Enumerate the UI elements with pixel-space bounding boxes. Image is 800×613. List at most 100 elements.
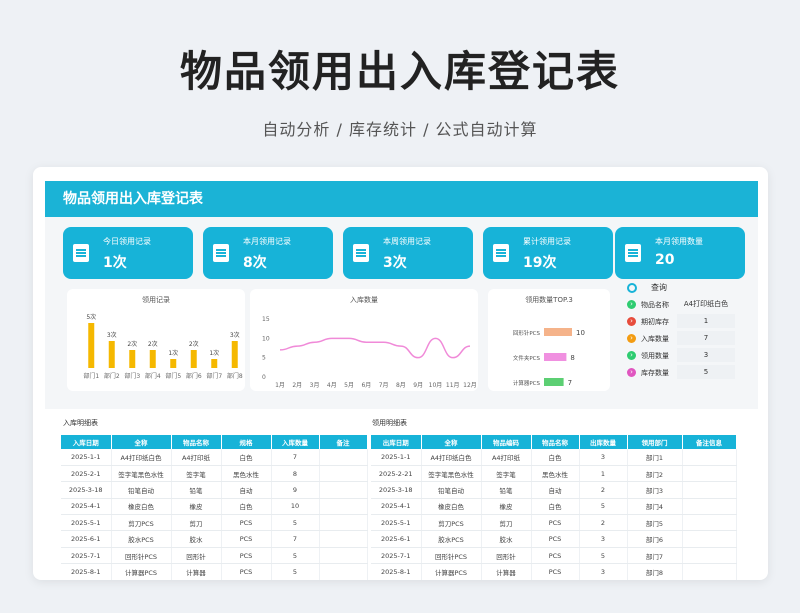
table-cell[interactable]: 签字笔 [481, 465, 532, 483]
table-cell[interactable]: 2025-4-1 [61, 498, 112, 516]
column-header[interactable]: 领用部门 [627, 435, 683, 449]
column-header[interactable]: 全称 [421, 435, 482, 449]
table-cell[interactable]: 9 [271, 481, 320, 499]
table-cell[interactable] [682, 547, 737, 565]
table-cell[interactable]: 3 [579, 563, 628, 580]
table-cell[interactable]: 部门6 [627, 530, 683, 548]
table-cell[interactable]: 自动 [531, 481, 580, 499]
table-cell[interactable] [319, 465, 368, 483]
table-cell[interactable]: 5 [579, 547, 628, 565]
table-cell[interactable]: 白色 [221, 498, 272, 516]
table-cell[interactable] [682, 449, 737, 466]
table-cell[interactable]: 回形针 [481, 547, 532, 565]
table-cell[interactable]: 8 [271, 465, 320, 483]
table-row[interactable]: 2025-4-1 橡皮白色 橡皮 白色 10 [61, 498, 368, 516]
table-cell[interactable]: 3 [579, 530, 628, 548]
table-cell[interactable]: 回形针PCS [111, 547, 172, 565]
table-cell[interactable]: 白色 [531, 449, 580, 466]
table-cell[interactable]: 5 [271, 563, 320, 580]
table-cell[interactable]: A4打印纸白色 [421, 449, 482, 466]
table-cell[interactable]: 胶水 [171, 530, 222, 548]
column-header[interactable]: 入库日期 [61, 435, 112, 449]
table-cell[interactable]: 2 [579, 481, 628, 499]
column-header[interactable]: 全称 [111, 435, 172, 449]
table-cell[interactable]: 部门3 [627, 481, 683, 499]
table-cell[interactable]: 铅笔自动 [421, 481, 482, 499]
table-cell[interactable]: PCS [531, 514, 580, 532]
table-cell[interactable]: 剪刀PCS [111, 514, 172, 532]
column-header[interactable]: 物品编码 [481, 435, 532, 449]
table-cell[interactable]: PCS [221, 547, 272, 565]
table-cell[interactable]: PCS [531, 547, 580, 565]
column-header[interactable]: 物品名称 [531, 435, 580, 449]
column-header[interactable]: 出库数量 [579, 435, 628, 449]
table-cell[interactable]: 胶水PCS [111, 530, 172, 548]
table-cell[interactable]: 剪刀PCS [421, 514, 482, 532]
table-cell[interactable]: 5 [271, 547, 320, 565]
table-cell[interactable]: 橡皮白色 [111, 498, 172, 516]
table-cell[interactable]: 橡皮 [171, 498, 222, 516]
table-cell[interactable]: 5 [579, 498, 628, 516]
table-cell[interactable]: PCS [221, 563, 272, 580]
table-cell[interactable]: 回形针 [171, 547, 222, 565]
table-cell[interactable]: 10 [271, 498, 320, 516]
table-cell[interactable] [319, 563, 368, 580]
table-cell[interactable]: 2 [579, 514, 628, 532]
table-cell[interactable] [682, 481, 737, 499]
table-cell[interactable]: 黑色水性 [531, 465, 580, 483]
table-cell[interactable]: 橡皮白色 [421, 498, 482, 516]
table-cell[interactable] [682, 465, 737, 483]
table-cell[interactable]: 胶水PCS [421, 530, 482, 548]
table-cell[interactable]: 5 [271, 514, 320, 532]
table-cell[interactable]: 签字笔 [171, 465, 222, 483]
table-cell[interactable]: PCS [221, 514, 272, 532]
table-cell[interactable]: A4打印纸白色 [111, 449, 172, 466]
table-cell[interactable]: 签字笔黑色水性 [111, 465, 172, 483]
table-cell[interactable]: 2025-3-18 [61, 481, 112, 499]
table-cell[interactable]: 计算器 [171, 563, 222, 580]
table-cell[interactable]: 铅笔 [171, 481, 222, 499]
table-cell[interactable]: 部门7 [627, 547, 683, 565]
table-row[interactable]: 2025-1-1 A4打印纸白色 A4打印纸 白色 7 [61, 449, 368, 466]
table-cell[interactable]: 2025-6-1 [371, 530, 422, 548]
table-cell[interactable]: A4打印纸 [171, 449, 222, 466]
column-header[interactable]: 物品名称 [171, 435, 222, 449]
table-cell[interactable]: 剪刀 [171, 514, 222, 532]
table-cell[interactable] [319, 449, 368, 466]
table-cell[interactable]: 2025-3-18 [371, 481, 422, 499]
table-cell[interactable]: 部门2 [627, 465, 683, 483]
table-cell[interactable]: 铅笔自动 [111, 481, 172, 499]
table-cell[interactable]: 计算器PCS [111, 563, 172, 580]
table-row[interactable]: 2025-5-1 剪刀PCS 剪刀 PCS 2 部门5 [371, 514, 737, 532]
table-cell[interactable]: 计算器 [481, 563, 532, 580]
table-cell[interactable]: 2025-7-1 [61, 547, 112, 565]
table-cell[interactable] [682, 498, 737, 516]
table-cell[interactable]: 部门1 [627, 449, 683, 466]
column-header[interactable]: 规格 [221, 435, 272, 449]
table-cell[interactable]: 1 [579, 465, 628, 483]
column-header[interactable]: 备注信息 [682, 435, 737, 449]
table-cell[interactable] [319, 514, 368, 532]
item-select[interactable]: A4打印纸白色 [677, 297, 735, 311]
table-row[interactable]: 2025-5-1 剪刀PCS 剪刀 PCS 5 [61, 514, 368, 532]
table-cell[interactable]: 2025-6-1 [61, 530, 112, 548]
table-cell[interactable]: 部门8 [627, 563, 683, 580]
table-cell[interactable]: 3 [579, 449, 628, 466]
table-cell[interactable]: 2025-8-1 [61, 563, 112, 580]
table-cell[interactable]: 部门4 [627, 498, 683, 516]
table-cell[interactable]: 自动 [221, 481, 272, 499]
table-cell[interactable]: PCS [221, 530, 272, 548]
table-cell[interactable] [319, 481, 368, 499]
table-cell[interactable] [682, 563, 737, 580]
table-cell[interactable]: 剪刀 [481, 514, 532, 532]
table-cell[interactable]: PCS [531, 563, 580, 580]
table-cell[interactable]: 黑色水性 [221, 465, 272, 483]
table-cell[interactable]: 2025-5-1 [61, 514, 112, 532]
table-row[interactable]: 2025-8-1 计算器PCS 计算器 PCS 5 [61, 563, 368, 580]
table-row[interactable]: 2025-4-1 橡皮白色 橡皮 白色 5 部门4 [371, 498, 737, 516]
table-cell[interactable] [682, 530, 737, 548]
table-cell[interactable] [319, 547, 368, 565]
table-cell[interactable]: 铅笔 [481, 481, 532, 499]
table-row[interactable]: 2025-2-1 签字笔黑色水性 签字笔 黑色水性 8 [61, 465, 368, 483]
table-cell[interactable]: 2025-2-1 [61, 465, 112, 483]
